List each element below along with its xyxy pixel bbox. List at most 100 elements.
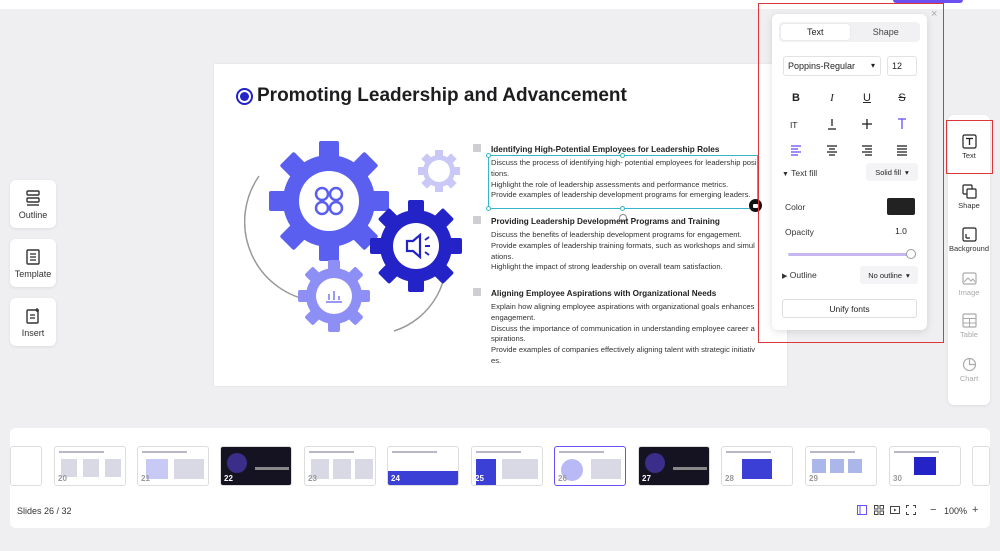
strikethrough-icon[interactable]: S bbox=[894, 90, 910, 106]
slide-thumbnail[interactable]: 20 bbox=[54, 446, 126, 486]
sidebar-item-table[interactable]: Table bbox=[948, 306, 990, 346]
table-icon bbox=[961, 313, 977, 328]
slide-thumbnail-partial[interactable] bbox=[10, 446, 42, 486]
section-bullet bbox=[473, 144, 481, 152]
outline-label: Outline bbox=[18, 209, 48, 220]
align-top-icon[interactable] bbox=[894, 116, 910, 132]
section-heading[interactable]: Identifying High-Potential Employees for… bbox=[491, 145, 719, 154]
slide-number: 29 bbox=[809, 474, 818, 483]
insert-label: Insert bbox=[21, 327, 45, 338]
font-family-select[interactable]: Poppins-Regular ▾ bbox=[783, 56, 881, 76]
text-fill-select[interactable]: Solid fill ▾ bbox=[866, 163, 918, 181]
sidebar-item-label: Table bbox=[960, 330, 978, 339]
slide-canvas[interactable]: Promoting Leadership and Advancement Ide… bbox=[214, 64, 787, 386]
zoom-out-button[interactable]: − bbox=[930, 504, 936, 516]
outline-button[interactable]: Outline bbox=[10, 180, 56, 228]
section-body[interactable]: Explain how aligning employee aspiration… bbox=[491, 302, 757, 367]
align-left-icon[interactable] bbox=[788, 142, 804, 158]
sidebar-item-label: Image bbox=[958, 288, 980, 297]
sidebar-item-background[interactable]: Background bbox=[948, 220, 990, 260]
section-bullet bbox=[473, 288, 481, 296]
slide-thumbnail[interactable]: 30 bbox=[889, 446, 961, 486]
outline-label: Outline bbox=[789, 270, 817, 280]
slide-number: 30 bbox=[893, 474, 902, 483]
zoom-level[interactable]: 100% bbox=[944, 506, 967, 516]
underline-icon[interactable]: U bbox=[859, 90, 875, 106]
body-line: Explain how aligning employee aspiration… bbox=[491, 302, 755, 322]
close-icon[interactable]: × bbox=[931, 8, 937, 20]
unify-fonts-button[interactable]: Unify fonts bbox=[782, 299, 917, 318]
color-swatch[interactable] bbox=[887, 198, 915, 215]
insert-button[interactable]: Insert bbox=[10, 298, 56, 346]
slide-counter: Slides 26 / 32 bbox=[17, 506, 72, 516]
section-body[interactable]: Discuss the benefits of leadership devel… bbox=[491, 230, 757, 273]
tab-shape[interactable]: Shape bbox=[852, 22, 921, 42]
section-heading[interactable]: Providing Leadership Development Program… bbox=[491, 217, 720, 226]
outline-value: No outline bbox=[868, 270, 902, 280]
text-fill-value: Solid fill bbox=[875, 167, 902, 177]
opacity-slider[interactable] bbox=[788, 253, 912, 256]
slide-thumbnail[interactable]: 27 bbox=[638, 446, 710, 486]
presentation-icon[interactable] bbox=[890, 505, 900, 515]
superscript-icon[interactable]: IT bbox=[788, 116, 804, 132]
sidebar-item-label: Shape bbox=[958, 201, 980, 210]
bold-icon[interactable]: B bbox=[788, 90, 804, 106]
template-button[interactable]: Template bbox=[10, 239, 56, 287]
template-label: Template bbox=[14, 268, 52, 279]
sidebar-item-shape[interactable]: Shape bbox=[948, 177, 990, 217]
slide-thumbnail[interactable]: 22 bbox=[220, 446, 292, 486]
slide-thumbnail[interactable]: 23 bbox=[304, 446, 376, 486]
justify-icon[interactable] bbox=[894, 142, 910, 158]
outline-select[interactable]: No outline ▾ bbox=[860, 266, 918, 284]
slide-thumbnail[interactable]: 25 bbox=[471, 446, 543, 486]
slide-title[interactable]: Promoting Leadership and Advancement bbox=[257, 85, 627, 107]
slide-thumbnail[interactable]: 29 bbox=[805, 446, 877, 486]
align-center-icon[interactable] bbox=[824, 142, 840, 158]
align-middle-icon[interactable] bbox=[859, 116, 875, 132]
gears-illustration[interactable] bbox=[244, 136, 494, 336]
outline-toggle[interactable]: ▶ Outline bbox=[782, 270, 817, 280]
chart-icon bbox=[962, 357, 976, 372]
body-line: Discuss the importance of communication … bbox=[491, 323, 755, 344]
body-line: Discuss the benefits of leadership devel… bbox=[491, 230, 742, 239]
chevron-down-icon: ▾ bbox=[906, 270, 910, 280]
resize-handle[interactable] bbox=[620, 153, 625, 158]
image-icon bbox=[961, 272, 977, 285]
slide-number: 27 bbox=[642, 474, 651, 483]
sidebar-item-text[interactable]: Text bbox=[948, 127, 990, 167]
slide-thumbnail-selected[interactable]: 26 bbox=[554, 446, 626, 486]
resize-handle[interactable] bbox=[486, 153, 491, 158]
slide-thumbnail[interactable]: 24 bbox=[387, 446, 459, 486]
slide-thumbnail-partial[interactable] bbox=[972, 446, 990, 486]
slide-number: 23 bbox=[308, 474, 317, 483]
opacity-label: Opacity bbox=[785, 227, 814, 237]
fit-screen-icon[interactable] bbox=[906, 505, 916, 515]
speaker-gear-icon bbox=[370, 200, 462, 292]
zoom-in-button[interactable]: + bbox=[972, 504, 978, 516]
slide-thumbnail[interactable]: 28 bbox=[721, 446, 793, 486]
sidebar-item-chart[interactable]: Chart bbox=[948, 350, 990, 390]
resize-handle[interactable] bbox=[486, 206, 491, 211]
slide-thumbnail[interactable]: 21 bbox=[137, 446, 209, 486]
template-icon bbox=[26, 248, 40, 265]
font-size-input[interactable]: 12 bbox=[887, 56, 917, 76]
normal-view-icon[interactable] bbox=[857, 505, 867, 515]
sidebar-item-image[interactable]: Image bbox=[948, 264, 990, 304]
section-heading[interactable]: Aligning Employee Aspirations with Organ… bbox=[491, 289, 716, 298]
grid-view-icon[interactable] bbox=[874, 505, 884, 515]
text-selection-box[interactable] bbox=[488, 155, 758, 209]
italic-icon[interactable]: I bbox=[824, 90, 840, 106]
text-fill-toggle[interactable]: ▼ Text fill bbox=[782, 168, 817, 178]
align-right-icon[interactable] bbox=[859, 142, 875, 158]
slide-number: 24 bbox=[391, 474, 400, 483]
align-bottom-icon[interactable] bbox=[824, 116, 840, 132]
opacity-input[interactable]: 1.0 bbox=[886, 226, 916, 236]
sidebar-item-label: Text bbox=[962, 151, 976, 160]
shape-icon bbox=[961, 184, 977, 199]
tab-text[interactable]: Text bbox=[781, 24, 850, 40]
opacity-slider-handle[interactable] bbox=[906, 249, 916, 259]
resize-handle[interactable] bbox=[620, 206, 625, 211]
body-line: Provide examples of leadership training … bbox=[491, 240, 755, 261]
chevron-down-icon: ▾ bbox=[905, 167, 909, 177]
sidebar-item-label: Chart bbox=[959, 374, 979, 383]
